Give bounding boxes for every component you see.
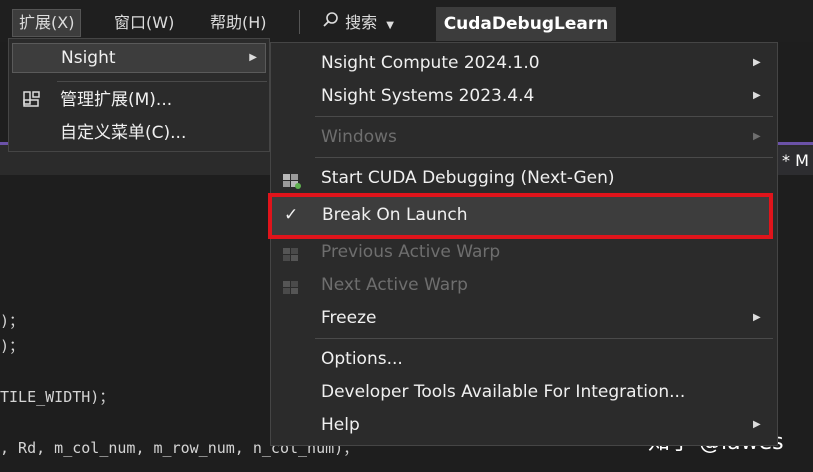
chevron-down-icon: ▼ bbox=[386, 20, 394, 31]
search-icon bbox=[322, 10, 340, 38]
chevron-right-icon: ▶ bbox=[249, 52, 257, 63]
puzzle-icon bbox=[22, 90, 42, 120]
menu-separator bbox=[299, 10, 300, 34]
menu-separator bbox=[315, 338, 773, 339]
menu-item-label: Windows bbox=[321, 127, 397, 147]
menu-item-nsight-systems[interactable]: Nsight Systems 2023.4.4 ▶ bbox=[271, 81, 777, 111]
menu-item-start-cuda-debugging[interactable]: Start CUDA Debugging (Next-Gen) bbox=[271, 163, 777, 193]
nsight-submenu: Nsight Compute 2024.1.0 ▶ Nsight Systems… bbox=[270, 42, 778, 446]
menu-item-customize-menu[interactable]: 自定义菜单(C)... bbox=[12, 118, 266, 148]
menu-item-label: Help bbox=[321, 415, 360, 435]
menu-separator bbox=[315, 116, 773, 117]
menu-item-manage-extensions[interactable]: 管理扩展(M)... bbox=[12, 85, 266, 115]
annotation-highlight-box bbox=[268, 193, 773, 239]
menu-help[interactable]: 帮助(H) bbox=[204, 9, 273, 37]
menu-item-nsight-compute[interactable]: Nsight Compute 2024.1.0 ▶ bbox=[271, 48, 777, 78]
menu-item-developer-tools[interactable]: Developer Tools Available For Integratio… bbox=[271, 377, 777, 407]
menu-extensions[interactable]: 扩展(X) bbox=[12, 9, 82, 37]
solution-name: CudaDebugLearn bbox=[436, 7, 616, 41]
menu-item-help[interactable]: Help ▶ bbox=[271, 410, 777, 440]
chevron-right-icon: ▶ bbox=[753, 312, 761, 323]
chevron-right-icon: ▶ bbox=[753, 419, 761, 430]
menu-bar: 扩展(X) 窗口(W) 帮助(H) 搜索 ▼ CudaDebugLearn bbox=[0, 0, 813, 42]
editor-tab[interactable]: * M bbox=[778, 147, 813, 175]
code-line: TILE_WIDTH)； bbox=[0, 388, 115, 406]
menu-item-label: Developer Tools Available For Integratio… bbox=[321, 382, 686, 402]
menu-item-windows: Windows ▶ bbox=[271, 122, 777, 152]
cube-icon bbox=[281, 169, 301, 189]
menu-item-label: Start CUDA Debugging (Next-Gen) bbox=[321, 168, 615, 188]
menu-item-label: 管理扩展(M)... bbox=[60, 90, 173, 110]
menu-item-nsight[interactable]: Nsight ▶ bbox=[12, 43, 266, 73]
menu-item-label: Freeze bbox=[321, 308, 377, 328]
menu-separator bbox=[315, 157, 773, 158]
code-line: )； bbox=[0, 312, 25, 330]
menu-item-label: Nsight bbox=[61, 48, 116, 68]
cube-icon bbox=[281, 243, 301, 261]
menu-item-label: Next Active Warp bbox=[321, 275, 468, 295]
menu-item-label: Nsight Systems 2023.4.4 bbox=[321, 86, 535, 106]
search-button[interactable]: 搜索 ▼ bbox=[322, 9, 394, 37]
menu-item-freeze[interactable]: Freeze ▶ bbox=[271, 303, 777, 333]
menu-item-label: 自定义菜单(C)... bbox=[60, 123, 187, 143]
menu-item-next-active-warp: Next Active Warp bbox=[271, 270, 777, 300]
menu-window[interactable]: 窗口(W) bbox=[108, 9, 180, 37]
menu-separator bbox=[57, 81, 267, 82]
cube-icon bbox=[281, 276, 301, 294]
chevron-right-icon: ▶ bbox=[753, 90, 761, 101]
menu-item-label: Previous Active Warp bbox=[321, 242, 501, 262]
chevron-right-icon: ▶ bbox=[753, 131, 761, 142]
search-label: 搜索 bbox=[345, 13, 378, 32]
menu-item-previous-active-warp: Previous Active Warp bbox=[271, 237, 777, 267]
menu-item-label: Options... bbox=[321, 349, 403, 369]
chevron-right-icon: ▶ bbox=[753, 57, 761, 68]
menu-item-options[interactable]: Options... bbox=[271, 344, 777, 374]
extensions-dropdown: Nsight ▶ 管理扩展(M)... 自定义菜单(C)... bbox=[8, 38, 270, 152]
code-line: )； bbox=[0, 337, 25, 355]
menu-item-label: Nsight Compute 2024.1.0 bbox=[321, 53, 540, 73]
